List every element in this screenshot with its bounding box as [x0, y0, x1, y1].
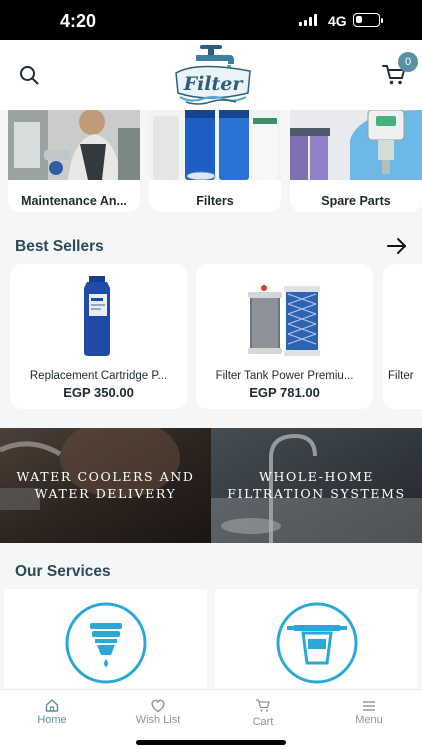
product-price: EGP 350.00: [63, 385, 134, 400]
best-sellers-title: Best Sellers: [15, 238, 104, 255]
product-image: [84, 276, 110, 356]
best-sellers-list: Replacement Cartridge P... EGP 350.00 Fi…: [0, 264, 422, 410]
category-image-spare-parts: [290, 110, 422, 180]
category-card-filters[interactable]: Filters: [149, 110, 281, 212]
product-card[interactable]: Filter Tank Power Premiu... EGP 781.00: [196, 264, 373, 409]
heart-icon: [151, 699, 165, 713]
battery-icon: [353, 13, 383, 27]
product-name: Filter: [388, 370, 414, 382]
services-list: [0, 589, 422, 689]
product-name: Replacement Cartridge P...: [29, 370, 168, 382]
category-label: Filters: [196, 194, 234, 208]
brand-logo[interactable]: Filter: [172, 43, 254, 107]
filter-service-icon: [65, 602, 147, 684]
category-image-filters: [149, 110, 281, 181]
banner-title: WHOLE-HOME FILTRATION SYSTEMS: [227, 469, 406, 501]
service-card-filter-maintenance[interactable]: [215, 589, 418, 689]
category-label: Maintenance An...: [21, 194, 127, 208]
category-list: Maintenance An... Filters Spare Parts: [0, 110, 422, 214]
signal-icon: [299, 14, 317, 26]
app-header: Filter 0: [0, 40, 422, 110]
service-card-filter-install[interactable]: [4, 589, 207, 689]
nav-menu[interactable]: Menu: [319, 698, 419, 726]
cart-icon: [256, 699, 270, 712]
nav-label: Menu: [355, 714, 383, 726]
promo-banners: WATER COOLERS AND WATER DELIVERY WHOLE-H…: [0, 428, 422, 543]
nav-home[interactable]: Home: [2, 698, 102, 726]
banner-whole-home[interactable]: WHOLE-HOME FILTRATION SYSTEMS: [211, 428, 422, 543]
product-price: EGP 781.00: [249, 385, 320, 400]
banner-title: WATER COOLERS AND WATER DELIVERY: [16, 469, 195, 501]
home-indicator[interactable]: [136, 740, 286, 745]
banner-water-coolers[interactable]: WATER COOLERS AND WATER DELIVERY: [0, 428, 211, 543]
nav-label: Cart: [252, 716, 274, 728]
product-name: Filter Tank Power Premiu...: [215, 370, 354, 382]
category-image-maintenance: [8, 110, 140, 180]
our-services-title: Our Services: [15, 563, 111, 580]
nav-cart[interactable]: Cart: [213, 698, 313, 728]
product-card[interactable]: Replacement Cartridge P... EGP 350.00: [10, 264, 187, 409]
home-icon: [45, 699, 59, 712]
category-label: Spare Parts: [321, 194, 391, 208]
cart-count-badge: 0: [398, 52, 418, 72]
arrow-right-icon[interactable]: [386, 236, 408, 256]
category-card-maintenance[interactable]: Maintenance An...: [8, 110, 140, 212]
battery-level: [356, 16, 362, 23]
water-filter-icon: [276, 602, 358, 684]
nav-label: Wish List: [135, 714, 181, 726]
product-image: [248, 285, 320, 356]
status-bar: 4:20 4G: [0, 0, 422, 40]
nav-label: Home: [37, 714, 67, 726]
status-time: 4:20: [60, 11, 97, 31]
menu-icon: [363, 701, 375, 711]
product-card[interactable]: Filter: [383, 264, 422, 409]
nav-wish-list[interactable]: Wish List: [108, 698, 208, 726]
network-type: 4G: [328, 13, 347, 29]
search-icon[interactable]: [18, 64, 40, 86]
logo-text: Filter: [183, 73, 245, 95]
category-card-spare-parts[interactable]: Spare Parts: [290, 110, 422, 212]
